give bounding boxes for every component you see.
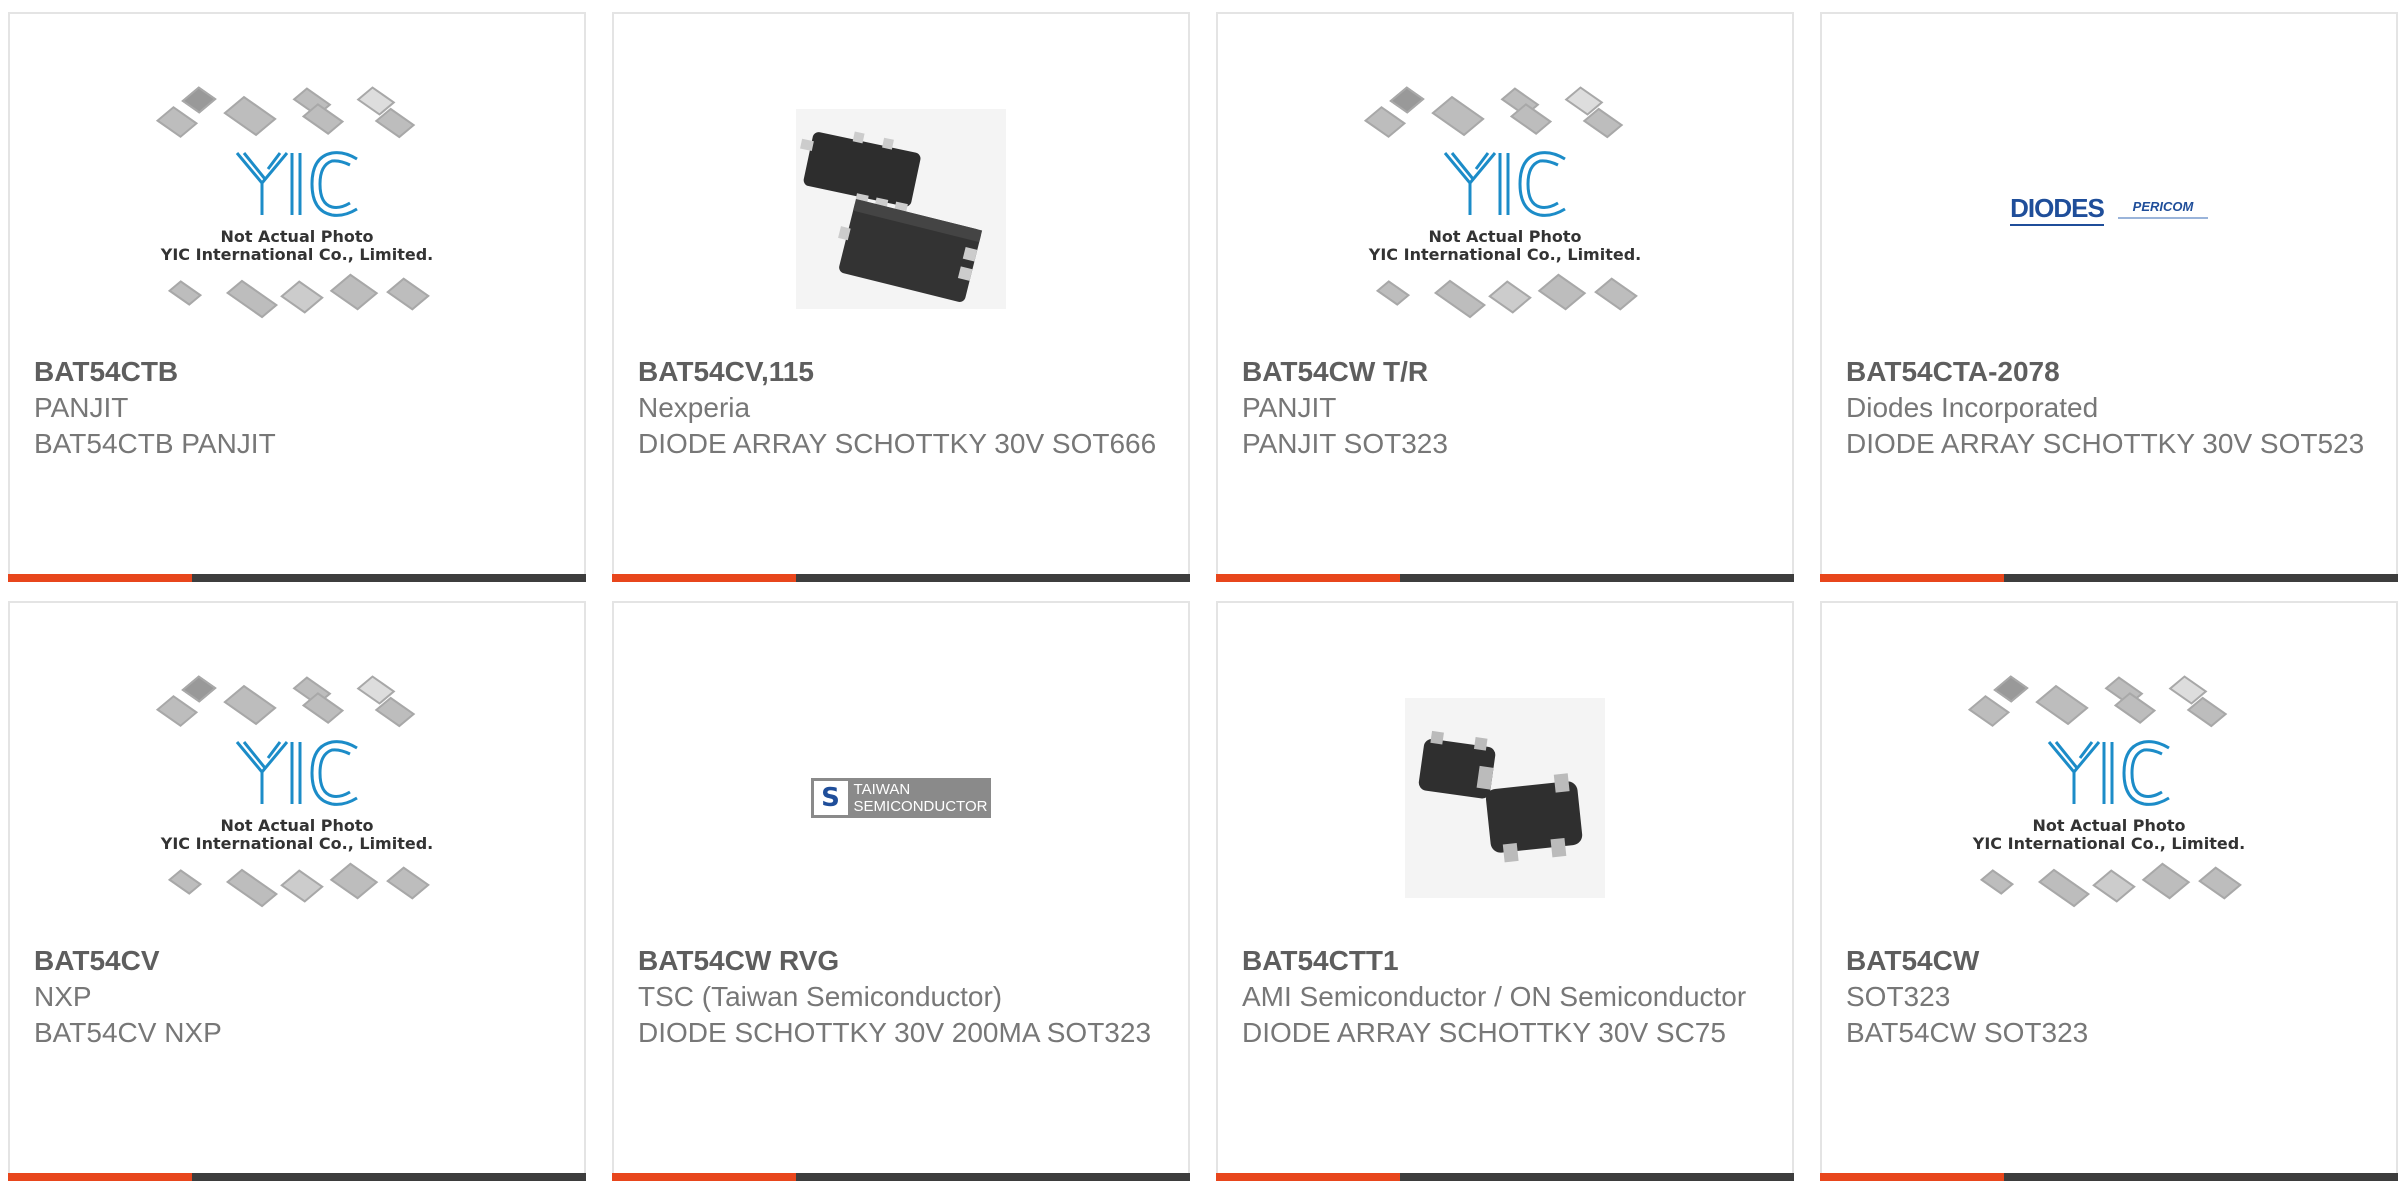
manufacturer: NXP (34, 981, 92, 1012)
product-card[interactable]: BAT54CV,115 Nexperia DIODE ARRAY SCHOTTK… (612, 12, 1190, 582)
product-info: BAT54CTA-2078 Diodes Incorporated DIODE … (1846, 354, 2372, 462)
description: BAT54CTB PANJIT (34, 428, 276, 459)
description: BAT54CV NXP (34, 1017, 222, 1048)
placeholder-line-2: YIC International Co., Limited. (1972, 834, 2246, 853)
placeholder-line-2: YIC International Co., Limited. (160, 245, 434, 264)
product-image[interactable]: S TAIWAN SEMICONDUCTOR (614, 653, 1188, 943)
part-number[interactable]: BAT54CTT1 (1242, 943, 1768, 979)
product-card[interactable]: S TAIWAN SEMICONDUCTOR BAT54CW RVG TSC (… (612, 601, 1190, 1181)
pericom-logo-text: PERICOM (2132, 199, 2194, 214)
card-bottom-bar (1216, 1173, 1794, 1181)
product-image[interactable]: Not Actual Photo YIC International Co., … (1822, 653, 2396, 943)
product-info: BAT54CW RVG TSC (Taiwan Semiconductor) D… (638, 943, 1164, 1051)
card-bottom-bar (1216, 574, 1794, 582)
product-image[interactable] (614, 64, 1188, 354)
tsc-logo: S TAIWAN SEMICONDUCTOR (810, 778, 992, 818)
yic-placeholder-image: Not Actual Photo YIC International Co., … (152, 675, 442, 918)
yic-logo-icon (235, 151, 358, 217)
product-info: BAT54CW SOT323 BAT54CW SOT323 (1846, 943, 2372, 1051)
manufacturer: SOT323 (1846, 981, 1951, 1012)
sot666-package-image (796, 109, 1006, 309)
yic-logo-icon (2047, 740, 2170, 806)
part-number[interactable]: BAT54CTA-2078 (1846, 354, 2372, 390)
manufacturer: TSC (Taiwan Semiconductor) (638, 981, 1003, 1012)
product-card[interactable]: Not Actual Photo YIC International Co., … (1216, 12, 1794, 582)
placeholder-line-1: Not Actual Photo (220, 227, 374, 246)
product-info: BAT54CV NXP BAT54CV NXP (34, 943, 560, 1051)
yic-placeholder-image: Not Actual Photo YIC International Co., … (1360, 86, 1650, 329)
manufacturer: PANJIT (1242, 392, 1337, 423)
yic-logo-icon (235, 740, 358, 806)
card-bottom-bar (612, 574, 1190, 582)
manufacturer: PANJIT (34, 392, 129, 423)
description: PANJIT SOT323 (1242, 428, 1448, 459)
tsc-logo-line-1: TAIWAN (853, 781, 911, 798)
description: DIODE ARRAY SCHOTTKY 30V SOT523 (1846, 428, 2365, 459)
description: DIODE ARRAY SCHOTTKY 30V SOT666 (638, 428, 1157, 459)
description: DIODE SCHOTTKY 30V 200MA SOT323 (638, 1017, 1152, 1048)
product-card[interactable]: BAT54CTT1 AMI Semiconductor / ON Semicon… (1216, 601, 1794, 1181)
part-number[interactable]: BAT54CV,115 (638, 354, 1164, 390)
part-number[interactable]: BAT54CW (1846, 943, 2372, 979)
product-info: BAT54CTB PANJIT BAT54CTB PANJIT (34, 354, 560, 462)
placeholder-line-1: Not Actual Photo (2032, 816, 2186, 835)
manufacturer: Nexperia (638, 392, 751, 423)
product-card[interactable]: Not Actual Photo YIC International Co., … (8, 601, 586, 1181)
sc75-package-image (1405, 698, 1605, 898)
manufacturer: AMI Semiconductor / ON Semiconductor (1242, 981, 1747, 1012)
yic-logo-icon (1443, 151, 1566, 217)
card-bottom-bar (8, 574, 586, 582)
product-info: BAT54CV,115 Nexperia DIODE ARRAY SCHOTTK… (638, 354, 1164, 462)
placeholder-line-2: YIC International Co., Limited. (160, 834, 434, 853)
diodes-logo: DIODES PERICOM (2010, 193, 2208, 226)
tsc-logo-line-2: SEMICONDUCTOR (853, 798, 988, 815)
product-image[interactable]: DIODES PERICOM (1822, 64, 2396, 354)
product-card[interactable]: DIODES PERICOM BAT54CTA-2078 Diodes Inco… (1820, 12, 2398, 582)
part-number[interactable]: BAT54CTB (34, 354, 560, 390)
product-card[interactable]: Not Actual Photo YIC International Co., … (1820, 601, 2398, 1181)
product-grid: Not Actual Photo YIC International Co., … (0, 0, 2400, 1181)
yic-placeholder-image: Not Actual Photo YIC International Co., … (1964, 675, 2254, 918)
placeholder-line-2: YIC International Co., Limited. (1368, 245, 1642, 264)
card-bottom-bar (1820, 574, 2398, 582)
description: BAT54CW SOT323 (1846, 1017, 2089, 1048)
part-number[interactable]: BAT54CW RVG (638, 943, 1164, 979)
card-bottom-bar (8, 1173, 586, 1181)
product-image[interactable]: Not Actual Photo YIC International Co., … (10, 653, 584, 943)
yic-placeholder-image: Not Actual Photo YIC International Co., … (152, 86, 442, 329)
part-number[interactable]: BAT54CW T/R (1242, 354, 1768, 390)
product-image[interactable]: Not Actual Photo YIC International Co., … (10, 64, 584, 354)
placeholder-line-1: Not Actual Photo (220, 816, 374, 835)
description: DIODE ARRAY SCHOTTKY 30V SC75 (1242, 1017, 1726, 1048)
tsc-mark-icon: S (813, 781, 848, 815)
product-card[interactable]: Not Actual Photo YIC International Co., … (8, 12, 586, 582)
part-number[interactable]: BAT54CV (34, 943, 560, 979)
product-image[interactable]: Not Actual Photo YIC International Co., … (1218, 64, 1792, 354)
manufacturer: Diodes Incorporated (1846, 392, 2099, 423)
diodes-logo-text: DIODES (2010, 192, 2105, 223)
placeholder-line-1: Not Actual Photo (1428, 227, 1582, 246)
product-info: BAT54CTT1 AMI Semiconductor / ON Semicon… (1242, 943, 1768, 1051)
product-info: BAT54CW T/R PANJIT PANJIT SOT323 (1242, 354, 1768, 462)
card-bottom-bar (1820, 1173, 2398, 1181)
card-bottom-bar (612, 1173, 1190, 1181)
product-image[interactable] (1218, 653, 1792, 943)
